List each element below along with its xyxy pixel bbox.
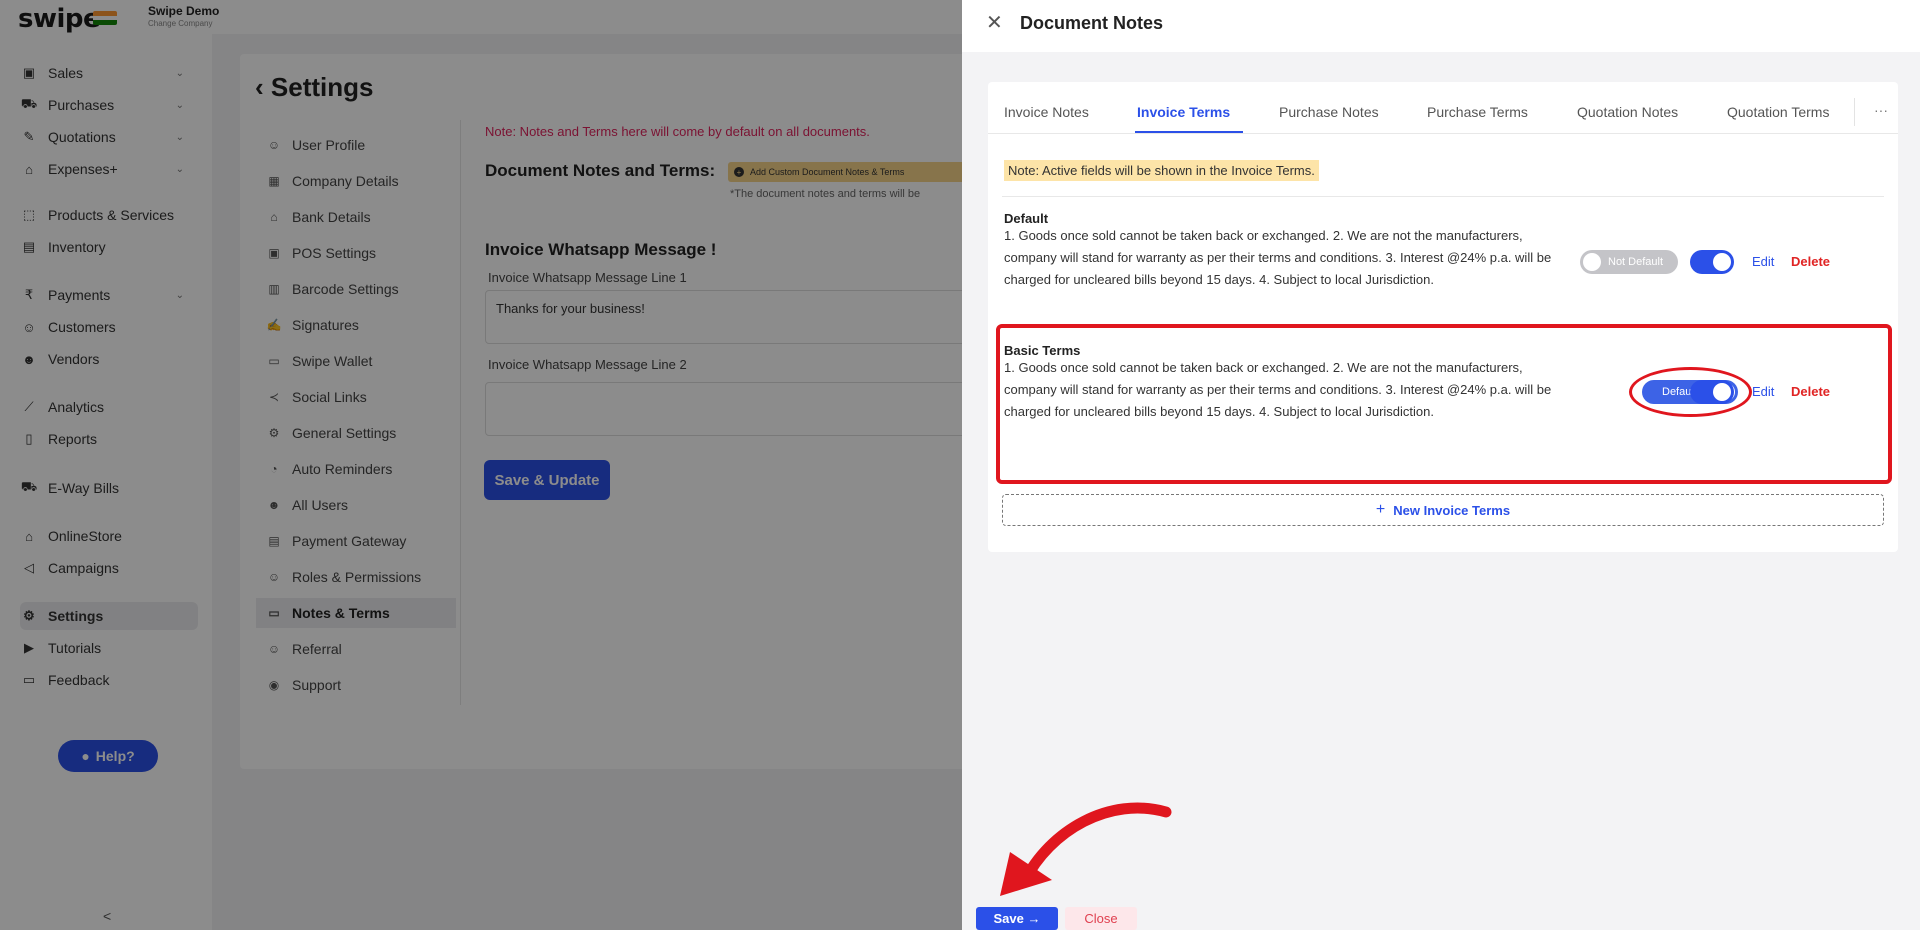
new-invoice-terms-button[interactable]: + New Invoice Terms [1002, 494, 1884, 526]
row-separator [1002, 196, 1884, 197]
plus-icon: + [1375, 501, 1386, 518]
annotation-arrow-icon [1000, 802, 1172, 896]
delete-link[interactable]: Delete [1791, 254, 1830, 269]
more-tabs-icon[interactable]: ··· [1874, 102, 1888, 118]
tab-invoice-terms[interactable]: Invoice Terms [1137, 104, 1230, 120]
tab-bar: Invoice Notes Invoice Terms Purchase Not… [988, 82, 1898, 134]
term-body-default: 1. Goods once sold cannot be taken back … [1004, 228, 1552, 287]
arrow-shaft [1018, 802, 1172, 888]
close-icon[interactable]: ✕ [986, 10, 1003, 35]
active-fields-note: Note: Active fields will be shown in the… [1004, 160, 1319, 181]
switch-knob [1713, 253, 1731, 271]
modal-overlay[interactable] [0, 0, 962, 930]
edit-link[interactable]: Edit [1752, 254, 1774, 269]
active-tab-indicator [1135, 131, 1243, 133]
document-notes-drawer: ✕ Document Notes Invoice Notes Invoice T… [962, 0, 1920, 930]
tab-separator [1854, 98, 1855, 126]
save-button[interactable]: Save → [976, 907, 1058, 930]
tab-quotation-terms[interactable]: Quotation Terms [1727, 104, 1845, 120]
active-switch[interactable] [1690, 250, 1734, 274]
term-title-default: Default [1004, 211, 1049, 226]
drawer-header: ✕ Document Notes [962, 0, 1920, 52]
annotation-highlight-box [996, 324, 1892, 484]
drawer-title: Document Notes [1020, 13, 1164, 33]
set-default-toggle[interactable]: Not Default [1580, 250, 1678, 274]
close-button[interactable]: Close [1065, 907, 1137, 930]
tab-purchase-terms[interactable]: Purchase Terms [1427, 104, 1528, 120]
tab-purchase-notes[interactable]: Purchase Notes [1279, 104, 1379, 120]
tab-quotation-notes[interactable]: Quotation Notes [1577, 104, 1678, 120]
toggle-knob [1583, 253, 1601, 271]
tab-invoice-notes[interactable]: Invoice Notes [1004, 104, 1089, 120]
annotation-highlight-ellipse [1629, 367, 1752, 417]
terms-panel: Invoice Notes Invoice Terms Purchase Not… [988, 82, 1898, 552]
